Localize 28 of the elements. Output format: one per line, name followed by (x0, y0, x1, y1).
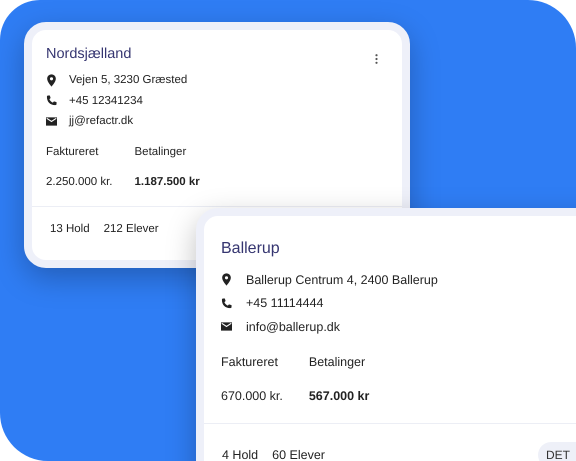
invoiced-amount: 670.000 kr. (221, 388, 283, 402)
payments-amount: 567.000 kr (308, 388, 370, 402)
card-title: Nordsjælland (46, 46, 132, 62)
address-text: Vejen 5, 3230 Græsted (69, 74, 188, 86)
mail-icon (46, 114, 57, 128)
email-text: jj@refactr.dk (69, 115, 134, 128)
invoiced-amount: 2.250.000 kr. (46, 176, 112, 188)
phone-text: +45 12341234 (69, 94, 143, 107)
invoiced-label: Faktureret (46, 146, 100, 158)
teams-count: 4 Hold (222, 448, 258, 461)
location-pin-icon (221, 273, 232, 286)
email-text: info@ballerup.dk (246, 320, 340, 334)
students-count: 60 Elever (272, 448, 325, 461)
location-pin-icon (46, 74, 57, 87)
more-menu-icon[interactable] (375, 54, 378, 64)
payments-label: Betalinger (134, 146, 188, 158)
invoiced-label: Faktureret (221, 354, 279, 368)
address-text: Ballerup Centrum 4, 2400 Ballerup (246, 272, 438, 287)
payments-label: Betalinger (308, 354, 366, 368)
payments-amount: 1.187.500 kr (134, 176, 200, 188)
mail-icon (221, 320, 232, 334)
phone-icon (221, 296, 232, 310)
phone-icon (46, 94, 57, 108)
teams-count: 13 Hold (50, 222, 90, 234)
card-title: Ballerup (221, 240, 280, 258)
students-count: 212 Elever (104, 222, 159, 234)
details-button[interactable]: DET (538, 442, 576, 461)
phone-text: +45 11114444 (246, 296, 324, 310)
